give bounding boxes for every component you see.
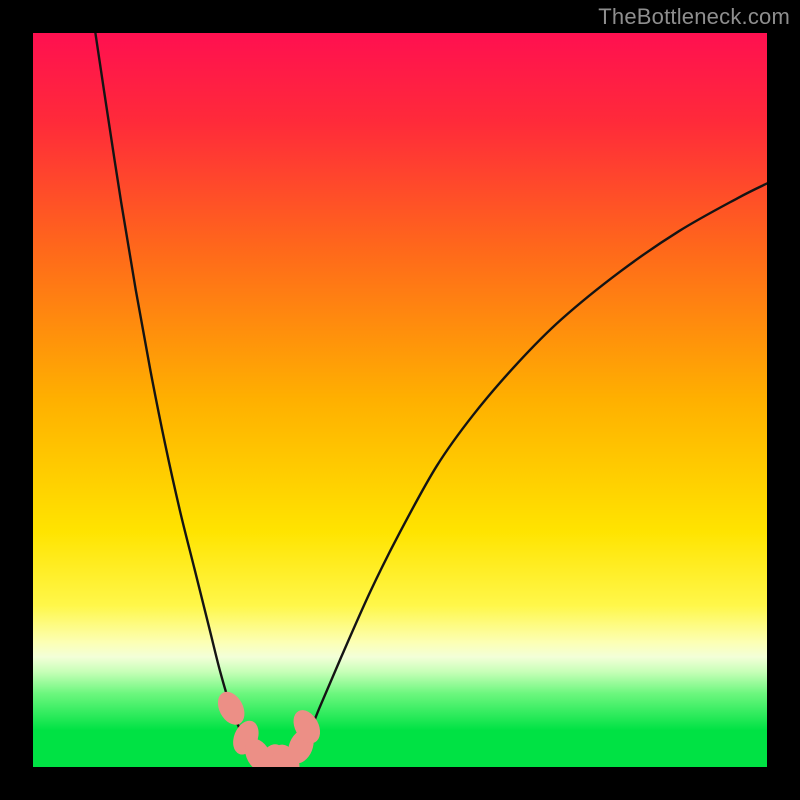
gradient-background — [33, 33, 767, 767]
plot-area — [33, 33, 767, 767]
chart-frame: TheBottleneck.com — [0, 0, 800, 800]
bottleneck-curve-chart — [33, 33, 767, 767]
watermark-text: TheBottleneck.com — [598, 4, 790, 30]
